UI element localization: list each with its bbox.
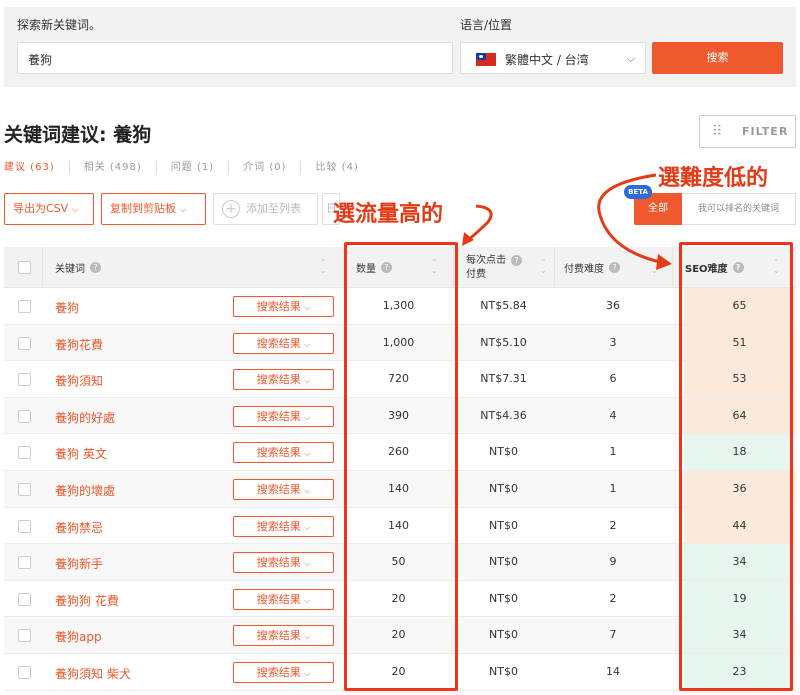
volume-arrow	[467, 204, 493, 242]
seo-arrowhead	[656, 254, 672, 270]
annotation-arrows	[462, 173, 672, 270]
volume-arrowhead	[462, 232, 474, 246]
seo-arrow	[597, 173, 661, 264]
